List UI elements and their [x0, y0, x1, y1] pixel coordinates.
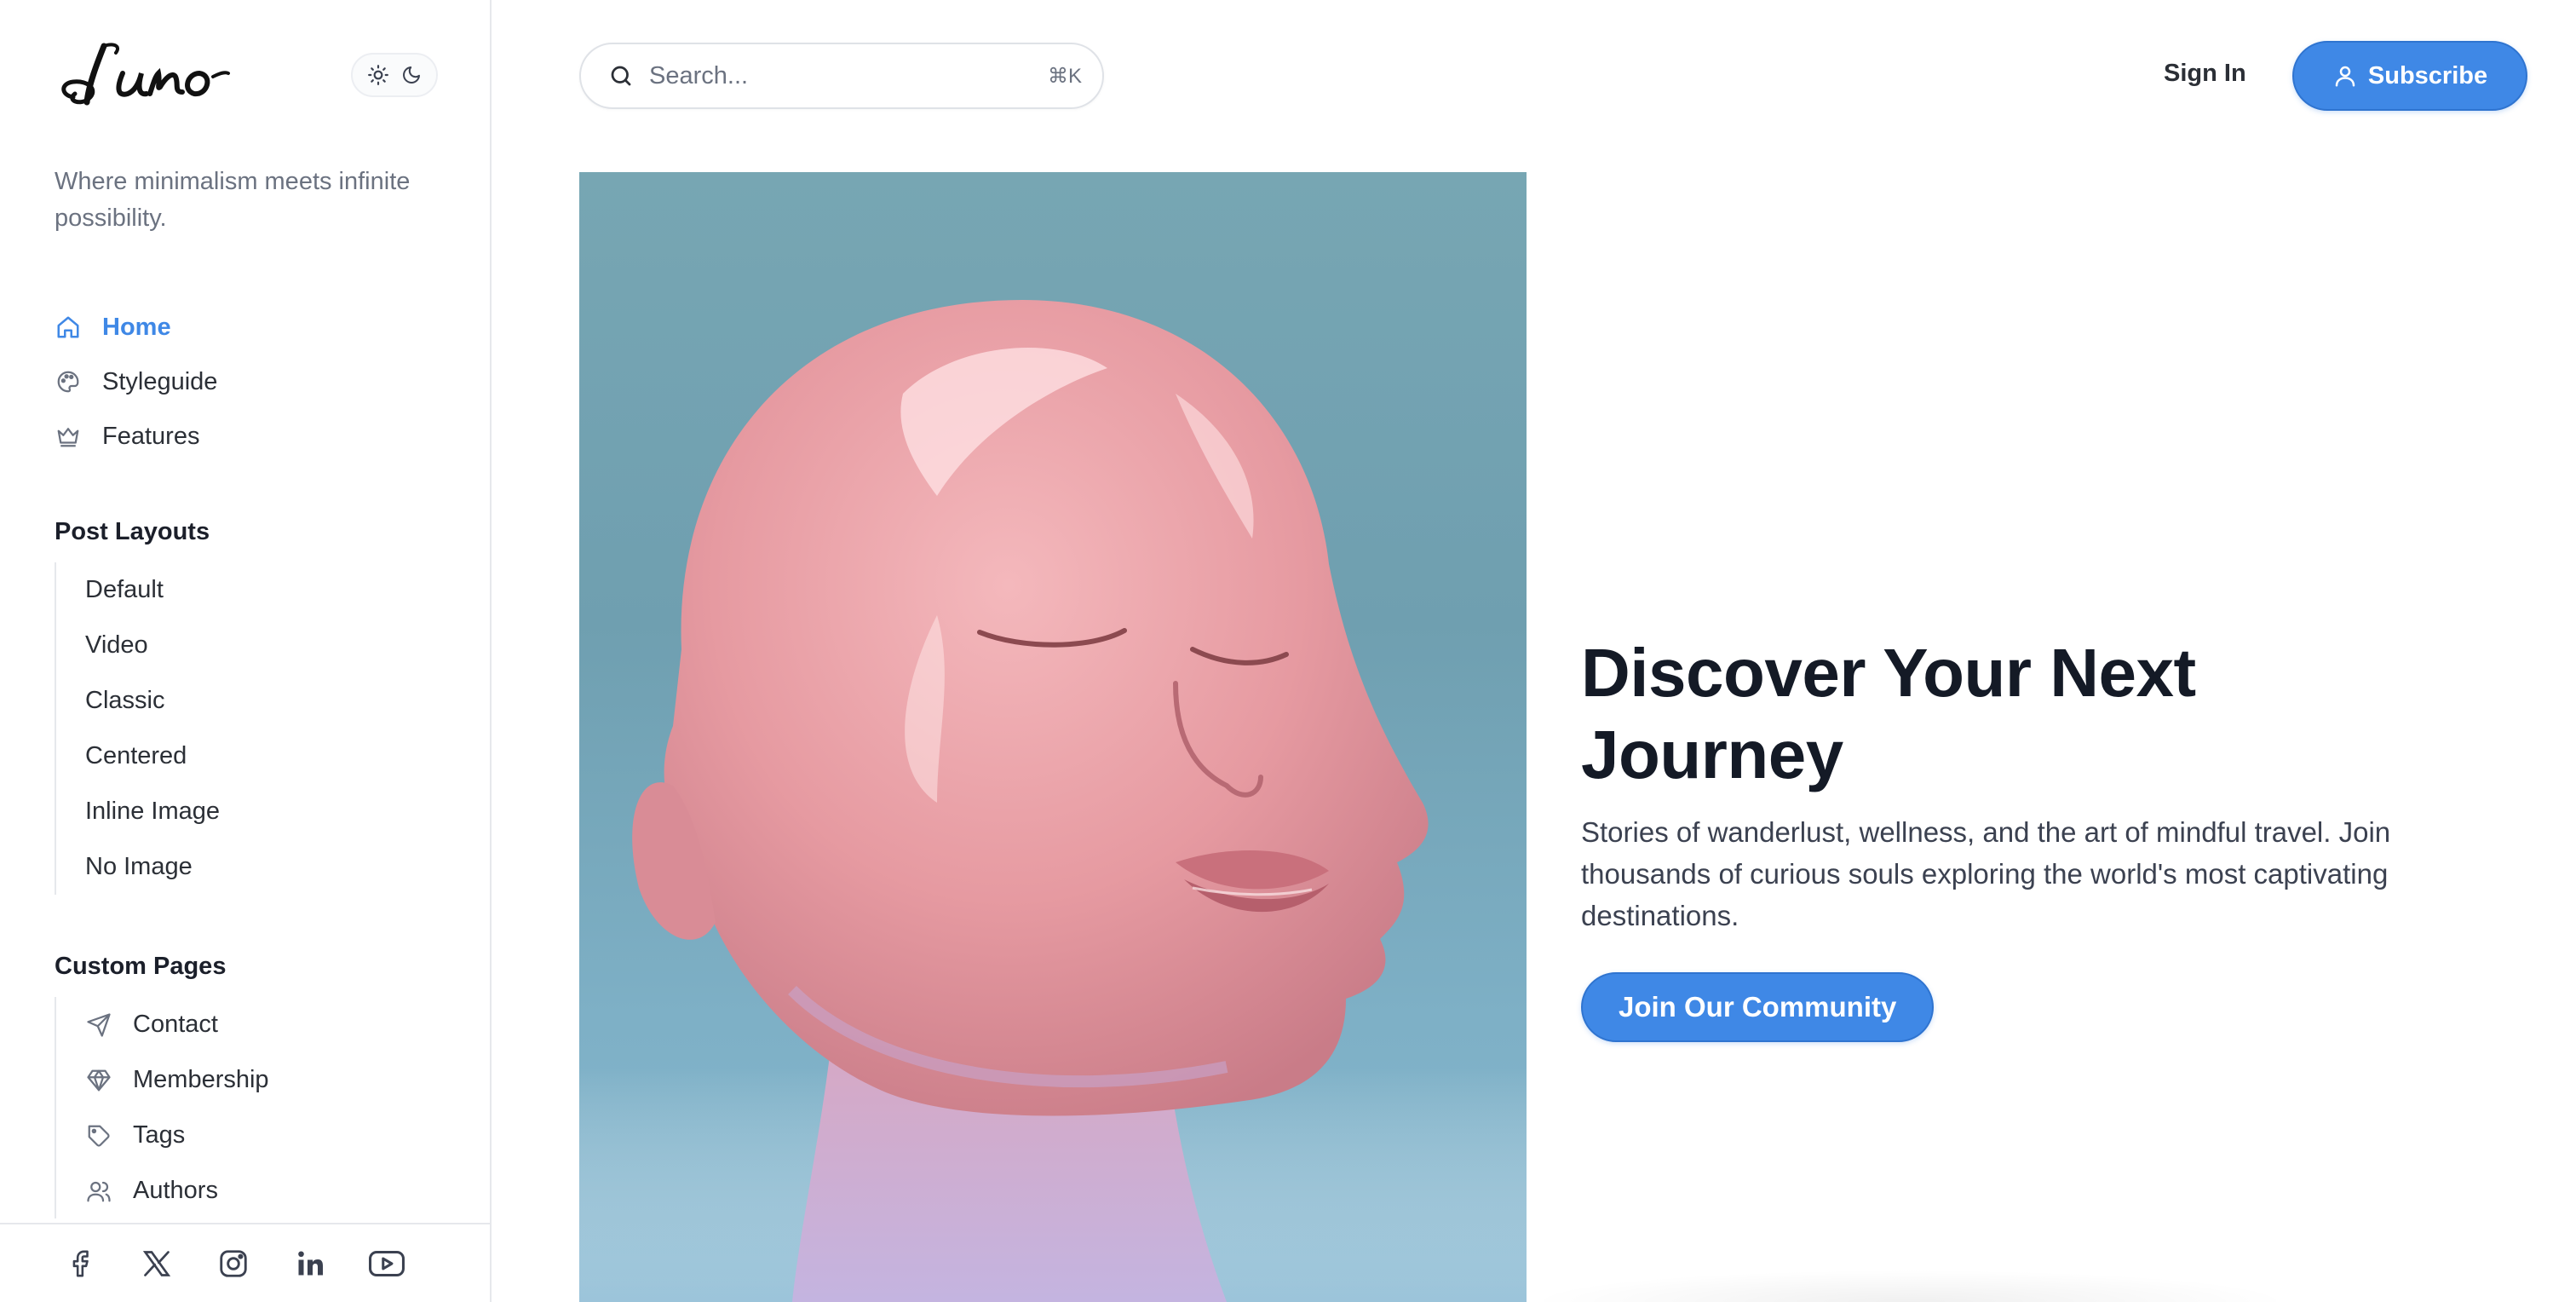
- search-shortcut-hint: ⌘K: [1047, 64, 1082, 88]
- sidebar-item-centered[interactable]: Centered: [56, 729, 455, 784]
- palette-icon: [55, 368, 82, 395]
- sidebar-header: [55, 34, 438, 116]
- sidebar-item-video[interactable]: Video: [56, 618, 455, 673]
- subscribe-label: Subscribe: [2367, 61, 2488, 89]
- nav-item-label: Styleguide: [102, 367, 218, 395]
- sidebar-item-default[interactable]: Default: [56, 562, 455, 618]
- main-nav: Home Styleguide Features: [55, 300, 455, 464]
- hero-sculpture-illustration: [579, 300, 1527, 1302]
- send-icon: [85, 1011, 112, 1039]
- sidebar-item-label: Membership: [133, 1066, 269, 1093]
- hero-image: [579, 172, 1527, 1302]
- crown-icon: [55, 423, 82, 450]
- sidebar-item-label: Contact: [133, 1011, 218, 1038]
- sidebar-item-no-image[interactable]: No Image: [56, 839, 455, 895]
- sidebar-item-contact[interactable]: Contact: [56, 997, 455, 1052]
- search-input[interactable]: [649, 61, 1048, 90]
- home-icon: [55, 314, 82, 341]
- sidebar: Where minimalism meets infinite possibil…: [0, 0, 492, 1302]
- logo-wordmark: [61, 43, 230, 106]
- linkedin-icon[interactable]: [291, 1245, 329, 1282]
- search-icon: [607, 61, 635, 90]
- hero-subtitle: Stories of wanderlust, wellness, and the…: [1581, 816, 2391, 931]
- diamond-icon: [85, 1067, 112, 1094]
- sidebar-item-label: Authors: [133, 1177, 218, 1204]
- custom-pages-list: Contact Membership Tags Authors: [55, 997, 455, 1218]
- sidebar-item-classic[interactable]: Classic: [56, 673, 455, 729]
- instagram-icon[interactable]: [215, 1245, 252, 1282]
- section-title-custom-pages: Custom Pages: [55, 953, 227, 980]
- nav-item-features[interactable]: Features: [55, 409, 455, 464]
- subscribe-button[interactable]: Subscribe: [2292, 41, 2527, 111]
- sidebar-item-membership[interactable]: Membership: [56, 1052, 455, 1108]
- x-icon[interactable]: [138, 1245, 175, 1282]
- moon-icon[interactable]: [396, 60, 427, 90]
- theme-toggle[interactable]: [351, 53, 438, 97]
- tag-icon: [85, 1122, 112, 1149]
- social-links: [0, 1223, 490, 1302]
- nav-item-styleguide[interactable]: Styleguide: [55, 354, 455, 409]
- hero-content: Discover Your Next Journey Stories of wa…: [1581, 632, 2467, 1042]
- sidebar-item-tags[interactable]: Tags: [56, 1108, 455, 1163]
- youtube-icon[interactable]: [368, 1245, 405, 1282]
- site-logo[interactable]: [55, 34, 233, 120]
- post-layouts-list: Default Video Classic Centered Inline Im…: [55, 562, 455, 895]
- card-shadow: [1527, 1270, 2293, 1302]
- users-icon: [85, 1178, 112, 1205]
- sidebar-item-label: Tags: [133, 1121, 186, 1149]
- site-tagline: Where minimalism meets infinite possibil…: [55, 168, 411, 232]
- facebook-icon[interactable]: [61, 1245, 99, 1282]
- sun-icon[interactable]: [363, 60, 394, 90]
- nav-item-label: Features: [102, 422, 200, 450]
- sidebar-item-authors[interactable]: Authors: [56, 1163, 455, 1218]
- nav-item-label: Home: [102, 313, 171, 341]
- join-community-button[interactable]: Join Our Community: [1581, 972, 1935, 1042]
- sidebar-item-inline-image[interactable]: Inline Image: [56, 784, 455, 839]
- section-title-post-layouts: Post Layouts: [55, 518, 210, 545]
- sign-in-button[interactable]: Sign In: [2164, 60, 2246, 88]
- user-icon: [2332, 63, 2358, 89]
- hero-title: Discover Your Next Journey: [1581, 635, 2196, 792]
- search-bar[interactable]: ⌘K: [579, 43, 1104, 109]
- nav-item-home[interactable]: Home: [55, 300, 455, 354]
